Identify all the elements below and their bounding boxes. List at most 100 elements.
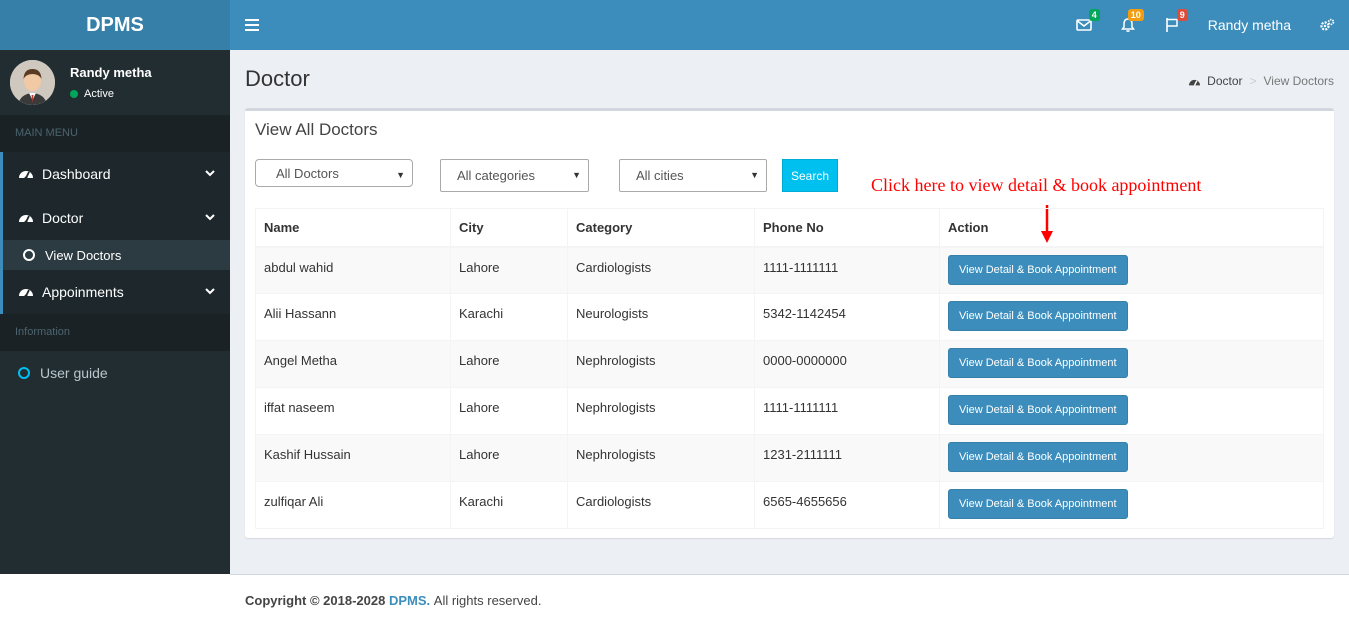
- user-status-label: Active: [84, 88, 114, 100]
- sidebar-subitem-label: View Doctors: [45, 247, 122, 263]
- tasks-flag-icon[interactable]: 9: [1150, 0, 1194, 50]
- chevron-down-icon: [205, 212, 215, 224]
- city-filter-select[interactable]: All cities ▼: [619, 159, 767, 192]
- cell-name: abdul wahid: [255, 246, 451, 294]
- cell-category: Nephrologists: [567, 340, 755, 388]
- sidebar-user-name: Randy metha: [70, 65, 152, 80]
- user-status: Active: [70, 88, 152, 100]
- circle-icon: [23, 249, 35, 261]
- table-row: iffat naseem Lahore Nephrologists 1111-1111…: [255, 387, 1324, 435]
- cell-category: Cardiologists: [567, 481, 755, 529]
- cell-phone: 6565-4655656: [754, 481, 940, 529]
- breadcrumb-current: View Doctors: [1263, 74, 1334, 88]
- table-row: zulfiqar Ali Karachi Cardiologists 6565-465…: [255, 481, 1324, 529]
- annotation-text: Click here to view detail & book appoint…: [871, 175, 1202, 195]
- online-status-dot-icon: [70, 90, 78, 98]
- cell-phone: 1231-2111111: [754, 434, 940, 482]
- column-header-name: Name: [255, 208, 451, 248]
- doctors-table: Name City Category Phone No Action abdul…: [255, 208, 1324, 529]
- cell-name: zulfiqar Ali: [255, 481, 451, 529]
- app-logo[interactable]: DPMS: [0, 0, 230, 50]
- footer-copyright: Copyright © 2018-2028: [245, 592, 386, 608]
- sidebar-item-label: Dashboard: [42, 166, 111, 182]
- doctor-filter-value: All Doctors: [276, 165, 339, 181]
- user-avatar: [10, 60, 55, 105]
- view-detail-book-appointment-button[interactable]: View Detail & Book Appointment: [948, 254, 1128, 285]
- search-button[interactable]: Search: [782, 159, 838, 192]
- dashboard-gauge-icon: [1189, 79, 1201, 86]
- breadcrumb-home-label: Doctor: [1207, 74, 1243, 88]
- sidebar: Randy metha Active MAIN MENU Dashboard D…: [0, 50, 230, 574]
- box-title: View All Doctors: [255, 120, 378, 139]
- breadcrumb-separator: >: [1249, 74, 1257, 88]
- doctor-filter-select[interactable]: All Doctors ▼: [255, 159, 413, 187]
- category-filter-value: All categories: [457, 168, 536, 183]
- sidebar-item-appointments[interactable]: Appoinments: [0, 270, 230, 314]
- doctors-box: View All Doctors All Doctors ▼ All categ…: [245, 108, 1334, 538]
- cell-city: Lahore: [450, 340, 568, 388]
- cell-city: Karachi: [450, 293, 568, 341]
- sidebar-item-label: Appoinments: [42, 284, 124, 300]
- dropdown-arrow-icon: ▼: [572, 170, 581, 180]
- cell-city: Lahore: [450, 246, 568, 294]
- view-detail-book-appointment-button[interactable]: View Detail & Book Appointment: [948, 489, 1128, 519]
- breadcrumb: Doctor > View Doctors: [1188, 74, 1334, 88]
- column-header-category: Category: [567, 208, 755, 248]
- dashboard-gauge-icon: [19, 171, 33, 180]
- cell-action: View Detail & Book Appointment: [939, 481, 1324, 529]
- settings-gears-icon[interactable]: [1305, 0, 1349, 50]
- cell-name: Angel Metha: [255, 340, 451, 388]
- messages-badge: 4: [1088, 9, 1100, 21]
- sidebar-subitem-view-doctors[interactable]: View Doctors: [0, 240, 230, 270]
- footer-rights: All rights reserved.: [433, 592, 542, 608]
- cell-name: iffat naseem: [255, 387, 451, 435]
- table-row: Kashif Hussain Lahore Nephrologists 1231-21…: [255, 434, 1324, 482]
- cell-action: View Detail & Book Appointment: [939, 434, 1324, 482]
- column-header-city: City: [450, 208, 568, 248]
- footer-brand-link[interactable]: DPMS.: [389, 593, 430, 608]
- cell-category: Nephrologists: [567, 387, 755, 435]
- cell-category: Cardiologists: [567, 246, 755, 294]
- chevron-down-icon: [205, 168, 215, 180]
- notifications-badge: 10: [1127, 9, 1144, 21]
- cell-action: View Detail & Book Appointment: [939, 340, 1324, 388]
- cell-phone: 1111-1111111: [754, 246, 940, 294]
- top-navbar: 4 10 9 Randy metha: [230, 0, 1349, 50]
- circle-icon: [18, 367, 30, 379]
- sidebar-item-doctor[interactable]: Doctor: [0, 196, 230, 240]
- sidebar-toggle-icon[interactable]: [230, 0, 274, 50]
- column-header-phone: Phone No: [754, 208, 940, 248]
- sidebar-item-dashboard[interactable]: Dashboard: [0, 152, 230, 196]
- information-header: Information: [0, 314, 230, 351]
- sidebar-item-user-guide[interactable]: User guide: [0, 351, 230, 395]
- sidebar-item-label: Doctor: [42, 210, 84, 226]
- category-filter-select[interactable]: All categories ▼: [440, 159, 589, 192]
- view-detail-book-appointment-button[interactable]: View Detail & Book Appointment: [948, 395, 1128, 425]
- footer: Copyright © 2018-2028 DPMS. All rights r…: [230, 574, 1349, 625]
- cell-city: Lahore: [450, 434, 568, 482]
- tasks-badge: 9: [1176, 9, 1188, 21]
- cell-action: View Detail & Book Appointment: [939, 387, 1324, 435]
- cell-action: View Detail & Book Appointment: [939, 246, 1324, 294]
- cell-name: Alii Hassann: [255, 293, 451, 341]
- header-user-menu[interactable]: Randy metha: [1194, 17, 1305, 33]
- city-filter-value: All cities: [636, 168, 684, 183]
- dashboard-gauge-icon: [19, 289, 33, 298]
- view-detail-book-appointment-button[interactable]: View Detail & Book Appointment: [948, 348, 1128, 378]
- cell-phone: 0000-0000000: [754, 340, 940, 388]
- view-detail-book-appointment-button[interactable]: View Detail & Book Appointment: [948, 442, 1128, 472]
- cell-city: Karachi: [450, 481, 568, 529]
- dropdown-arrow-icon: ▼: [750, 170, 759, 180]
- cell-city: Lahore: [450, 387, 568, 435]
- notifications-bell-icon[interactable]: 10: [1106, 0, 1150, 50]
- page-title: Doctor: [245, 66, 310, 91]
- breadcrumb-home-link[interactable]: Doctor: [1188, 74, 1243, 88]
- cell-action: View Detail & Book Appointment: [939, 293, 1324, 341]
- table-row: abdul wahid Lahore Cardiologists 1111-11111…: [255, 246, 1324, 294]
- cell-category: Neurologists: [567, 293, 755, 341]
- table-row: Angel Metha Lahore Nephrologists 0000-00000…: [255, 340, 1324, 388]
- messages-envelope-icon[interactable]: 4: [1062, 0, 1106, 50]
- table-header-row: Name City Category Phone No Action: [255, 208, 1324, 248]
- view-detail-book-appointment-button[interactable]: View Detail & Book Appointment: [948, 301, 1128, 331]
- column-header-action: Action: [939, 208, 1324, 248]
